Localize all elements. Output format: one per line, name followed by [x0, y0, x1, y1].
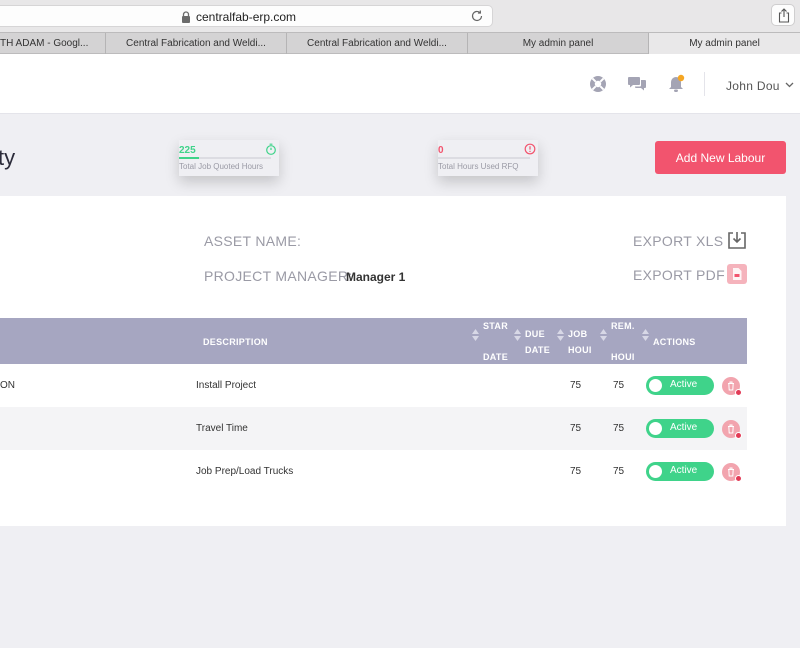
- chat-icon[interactable]: [627, 74, 647, 94]
- sort-icon[interactable]: [557, 329, 564, 341]
- page-title: ty: [0, 145, 16, 170]
- column-header-actions: ACTIONS: [653, 337, 696, 347]
- notification-dot: [677, 74, 685, 82]
- stopwatch-icon: [266, 143, 276, 155]
- header-divider: [704, 72, 705, 96]
- cell-description: Install Project: [196, 380, 257, 391]
- cell-rem-hours: 75: [613, 423, 625, 434]
- toggle-knob: [649, 379, 662, 392]
- chevron-down-icon[interactable]: [785, 82, 794, 88]
- share-button[interactable]: [771, 4, 795, 26]
- cell-rem-hours: 75: [613, 466, 625, 477]
- cell-job-hours: 75: [570, 423, 582, 434]
- download-icon[interactable]: [727, 230, 747, 250]
- sort-icon[interactable]: [472, 329, 479, 341]
- stat-quoted-hours: 225 Total Job Quoted Hours: [179, 140, 279, 176]
- delete-badge: [735, 389, 742, 396]
- notification-bell-icon[interactable]: [666, 74, 686, 94]
- url-text: centralfab-erp.com: [196, 10, 297, 24]
- status-toggle[interactable]: Active: [646, 462, 714, 481]
- sort-icon[interactable]: [514, 329, 521, 341]
- trash-icon: [728, 467, 734, 477]
- stat-progress: [438, 157, 530, 159]
- sort-icon[interactable]: [600, 329, 607, 341]
- status-label: Active: [670, 379, 698, 390]
- stat-label: Total Hours Used RFQ: [438, 162, 519, 171]
- export-pdf-button[interactable]: EXPORT PDF: [633, 267, 725, 283]
- stat-value: 225: [179, 145, 196, 156]
- share-icon: [778, 8, 790, 23]
- cell-first: ON: [0, 380, 15, 391]
- stat-value: 0: [438, 145, 444, 156]
- trash-icon: [728, 381, 734, 391]
- cell-description: Travel Time: [196, 423, 248, 434]
- delete-badge: [735, 475, 742, 482]
- table-row: Job Prep/Load Trucks 75 75 Active: [0, 450, 747, 493]
- browser-toolbar: centralfab-erp.com: [0, 0, 800, 32]
- status-toggle[interactable]: Active: [646, 376, 714, 395]
- support-icon[interactable]: [588, 74, 608, 94]
- cell-description: Job Prep/Load Trucks: [196, 466, 294, 477]
- table-row: ON Install Project 75 75 Active: [0, 364, 747, 407]
- stat-label: Total Job Quoted Hours: [179, 162, 264, 171]
- delete-button[interactable]: [722, 420, 742, 439]
- export-xls-button[interactable]: EXPORT XLS: [633, 233, 723, 249]
- delete-button[interactable]: [722, 377, 742, 396]
- app-header: John Dou: [0, 54, 800, 114]
- browser-tab[interactable]: Central Fabrication and Weldi...: [287, 33, 468, 54]
- toggle-knob: [649, 465, 662, 478]
- browser-tab-strip: TH ADAM - Googl... Central Fabrication a…: [0, 32, 800, 54]
- status-toggle[interactable]: Active: [646, 419, 714, 438]
- add-new-labour-button[interactable]: Add New Labour: [655, 141, 786, 174]
- lock-icon: [182, 11, 190, 23]
- browser-tab[interactable]: My admin panel: [468, 33, 649, 54]
- project-manager-label: PROJECT MANAGER:: [204, 268, 353, 284]
- alert-circle-icon: [524, 143, 536, 155]
- browser-tab[interactable]: TH ADAM - Googl...: [0, 33, 106, 54]
- reload-icon[interactable]: [470, 9, 484, 23]
- column-header-due-date[interactable]: DUE: [525, 329, 545, 339]
- stat-progress: [179, 157, 271, 159]
- column-header-rem-hours[interactable]: REM.: [611, 321, 635, 331]
- table-row: Travel Time 75 75 Active: [0, 407, 747, 450]
- asset-name-label: ASSET NAME:: [204, 233, 302, 249]
- trash-icon: [728, 424, 734, 434]
- cell-job-hours: 75: [570, 380, 582, 391]
- sort-icon[interactable]: [642, 329, 649, 341]
- status-label: Active: [670, 465, 698, 476]
- url-field[interactable]: centralfab-erp.com: [0, 5, 493, 27]
- pdf-file-icon[interactable]: [727, 264, 747, 284]
- browser-tab-active[interactable]: My admin panel: [649, 33, 800, 54]
- delete-badge: [735, 432, 742, 439]
- column-header-description[interactable]: DESCRIPTION: [203, 337, 268, 347]
- toggle-knob: [649, 422, 662, 435]
- column-header-start-date[interactable]: STAR: [483, 321, 508, 331]
- cell-rem-hours: 75: [613, 380, 625, 391]
- user-name[interactable]: John Dou: [726, 79, 780, 93]
- delete-button[interactable]: [722, 463, 742, 482]
- status-label: Active: [670, 422, 698, 433]
- labour-card: ASSET NAME: PROJECT MANAGER: Manager 1 E…: [0, 196, 786, 526]
- browser-tab[interactable]: Central Fabrication and Weldi...: [106, 33, 287, 54]
- table-header: DESCRIPTION STAR DATE DUE DATE JOB HOUI …: [0, 318, 747, 364]
- column-header-job-hours[interactable]: JOB: [568, 329, 587, 339]
- stat-progress-fill: [179, 157, 200, 159]
- project-manager-value: Manager 1: [346, 270, 406, 284]
- cell-job-hours: 75: [570, 466, 582, 477]
- stat-hours-used: 0 Total Hours Used RFQ: [438, 140, 538, 176]
